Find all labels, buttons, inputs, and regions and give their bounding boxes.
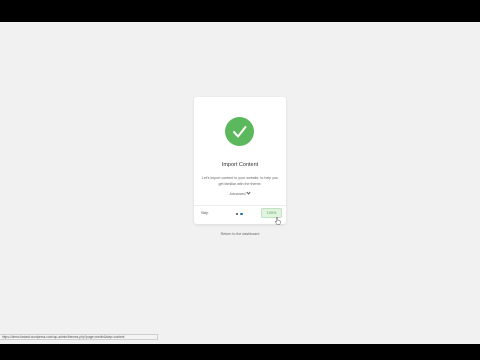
checkmark-icon: [225, 117, 254, 146]
step-dot: [236, 213, 239, 216]
step-dot: [240, 213, 243, 216]
wizard-footer: Skip 100%: [194, 205, 286, 225]
advanced-label: Advanced: [229, 192, 246, 196]
chevron-down-icon: [246, 190, 252, 195]
advanced-toggle[interactable]: Advanced: [194, 190, 286, 196]
pointer-cursor-icon: [275, 212, 281, 225]
setup-wizard-card: Import Content Let's import content to y…: [194, 97, 286, 225]
wizard-description: Let's import content to your website, to…: [202, 176, 278, 186]
status-bar-url: https://demo.fastest.wordpress.com/wp-ad…: [0, 334, 158, 340]
wizard-title: Import Content: [221, 162, 259, 168]
skip-link[interactable]: Skip: [201, 211, 208, 215]
browser-viewport: Import Content Let's import content to y…: [0, 22, 480, 344]
step-indicator: [236, 213, 243, 216]
return-to-dashboard-link[interactable]: Return to the dashboard: [194, 232, 286, 236]
